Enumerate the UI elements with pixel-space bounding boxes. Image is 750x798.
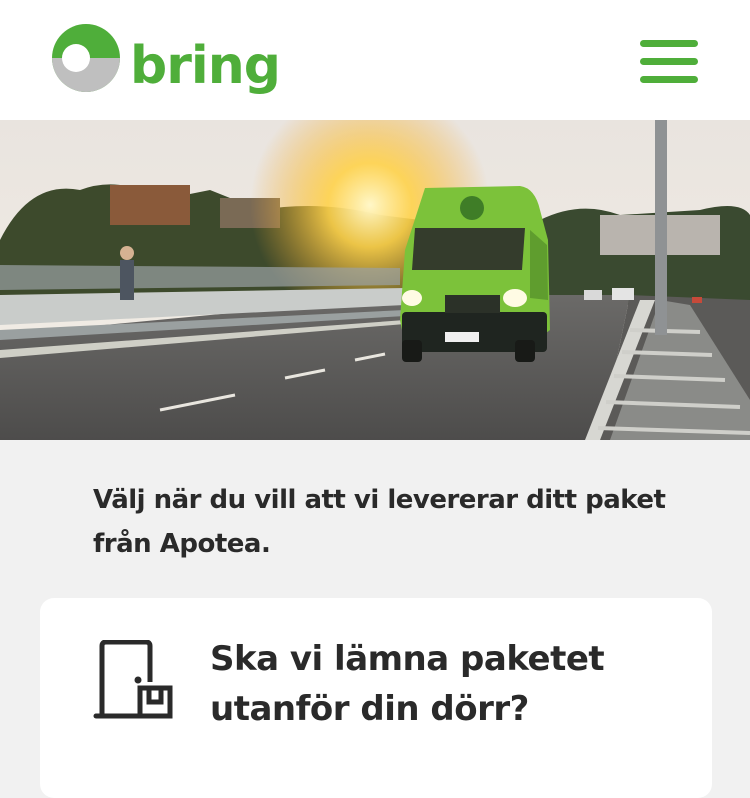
hamburger-line <box>640 76 698 83</box>
intro-text: Välj när du vill att vi levererar ditt p… <box>93 485 666 559</box>
hamburger-line <box>640 58 698 65</box>
header: bring <box>0 0 750 120</box>
door-package-icon <box>93 640 173 719</box>
card-title: Ska vi lämna paketet utanför din dörr? <box>210 639 605 729</box>
bring-logo-icon <box>52 24 120 92</box>
logo-wordmark: bring <box>130 36 281 96</box>
hamburger-menu-icon <box>640 40 698 47</box>
bring-logo[interactable]: bring <box>50 22 281 112</box>
delivery-van <box>400 186 550 362</box>
menu-button[interactable] <box>640 38 700 88</box>
delivery-option-card[interactable]: Ska vi lämna paketet utanför din dörr? <box>40 598 712 798</box>
hero-image <box>0 120 750 440</box>
